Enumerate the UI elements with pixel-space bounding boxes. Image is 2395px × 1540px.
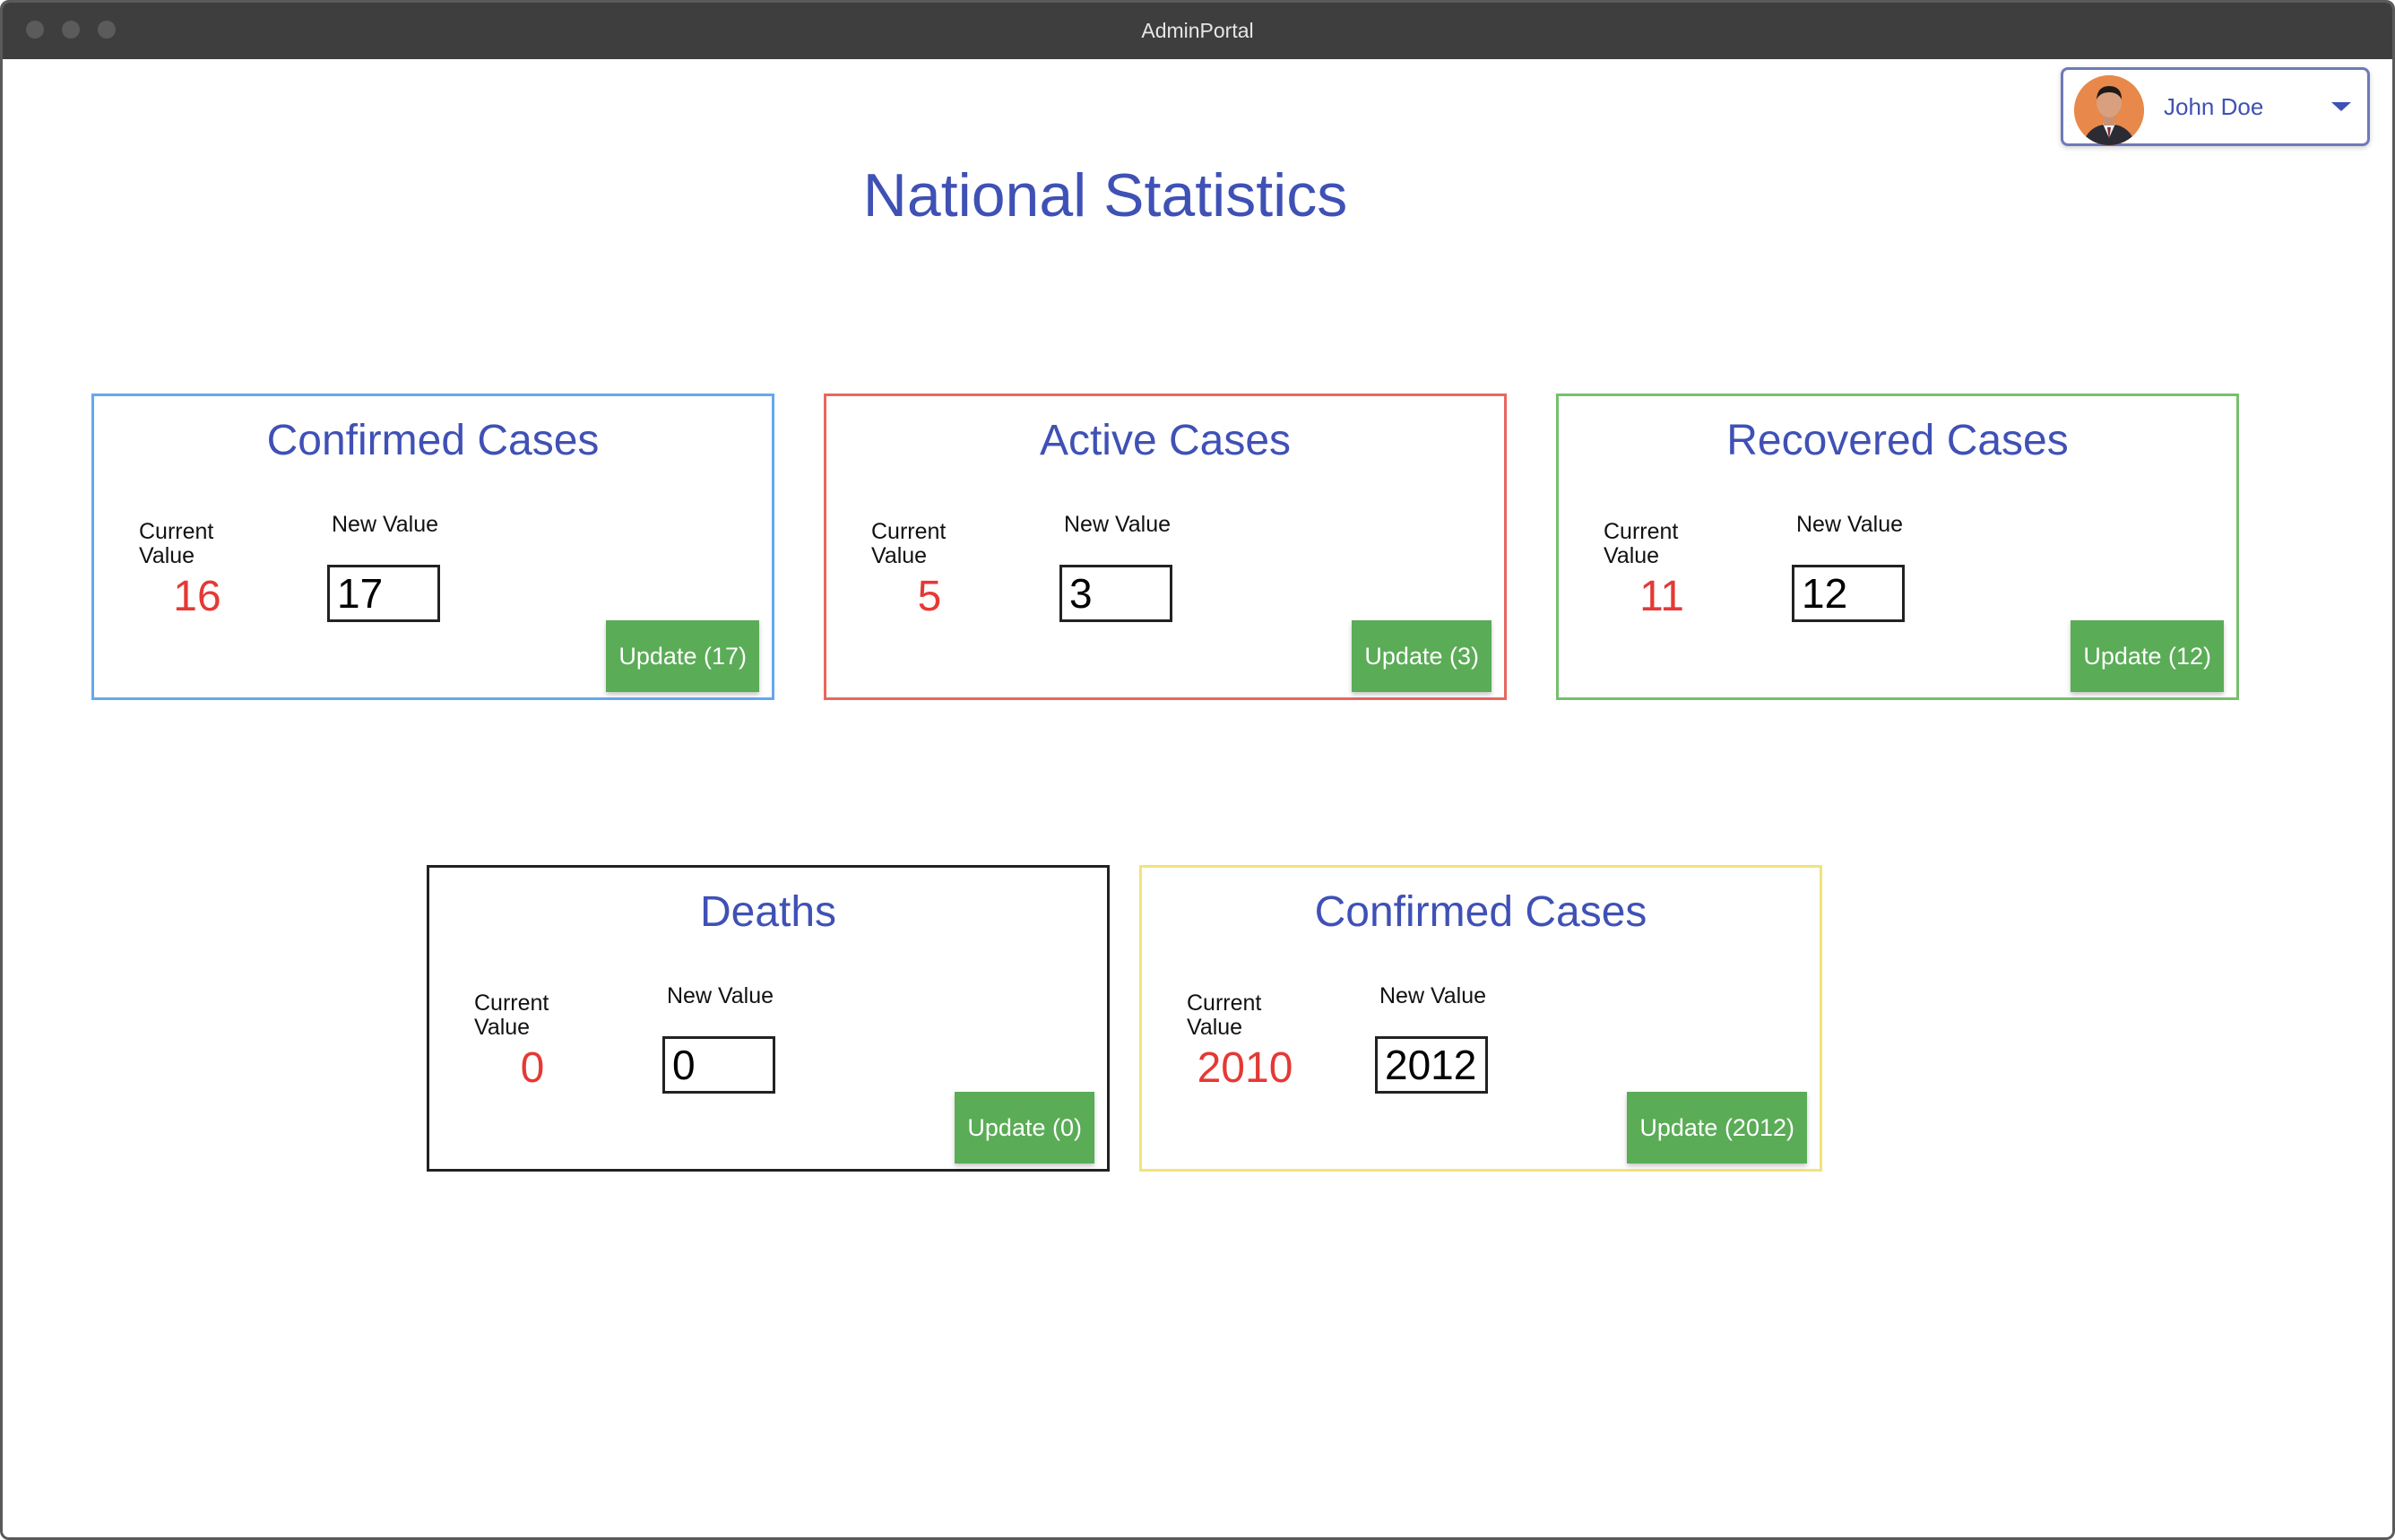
card-title: Recovered Cases: [1726, 417, 2069, 464]
stat-card-active: Active Cases Current Value 5 New Value U…: [824, 394, 1507, 700]
update-button[interactable]: Update (17): [606, 620, 759, 692]
stat-card-recovered: Recovered Cases Current Value 11 New Val…: [1556, 394, 2239, 700]
user-avatar-icon: [2074, 75, 2144, 145]
current-value: 11: [1639, 573, 1684, 620]
new-value-label: New Value: [1379, 983, 1487, 1008]
current-value-label: Current Value: [1187, 991, 1262, 1040]
current-value-label: Current Value: [1604, 519, 1679, 568]
stat-card-confirmed-2: Confirmed Cases Current Value 2010 New V…: [1139, 865, 1822, 1172]
current-value: 0: [520, 1044, 545, 1092]
new-value-label: New Value: [332, 512, 439, 537]
card-title: Confirmed Cases: [1314, 888, 1647, 936]
new-value-label: New Value: [667, 983, 774, 1008]
update-button[interactable]: Update (0): [955, 1092, 1094, 1164]
app-window: AdminPortal John Doe National Statistics…: [0, 0, 2395, 1540]
update-button[interactable]: Update (3): [1352, 620, 1491, 692]
card-title: Confirmed Cases: [266, 417, 600, 464]
new-value-input[interactable]: [1375, 1036, 1488, 1094]
current-value-label: Current Value: [474, 991, 549, 1040]
card-title: Active Cases: [1039, 417, 1292, 464]
current-value-label: Current Value: [871, 519, 947, 568]
new-value-label: New Value: [1064, 512, 1172, 537]
current-value: 16: [173, 573, 221, 620]
card-title: Deaths: [699, 888, 837, 936]
title-bar: AdminPortal: [3, 3, 2392, 59]
update-button[interactable]: Update (12): [2071, 620, 2224, 692]
new-value-input[interactable]: [327, 565, 440, 622]
stat-card-deaths: Deaths Current Value 0 New Value Update …: [427, 865, 1110, 1172]
window-title: AdminPortal: [1141, 19, 1254, 42]
current-value-label: Current Value: [139, 519, 214, 568]
update-button[interactable]: Update (2012): [1627, 1092, 1807, 1164]
new-value-label: New Value: [1796, 512, 1904, 537]
stat-card-confirmed: Confirmed Cases Current Value 16 New Val…: [91, 394, 774, 700]
page-title: National Statistics: [862, 161, 1348, 229]
current-value: 5: [917, 573, 942, 620]
user-name: John Doe: [2164, 93, 2264, 120]
user-menu[interactable]: John Doe: [2061, 67, 2370, 146]
new-value-input[interactable]: [662, 1036, 775, 1094]
new-value-input[interactable]: [1792, 565, 1905, 622]
new-value-input[interactable]: [1059, 565, 1172, 622]
current-value: 2010: [1197, 1044, 1293, 1092]
chevron-down-icon[interactable]: [2331, 102, 2351, 111]
